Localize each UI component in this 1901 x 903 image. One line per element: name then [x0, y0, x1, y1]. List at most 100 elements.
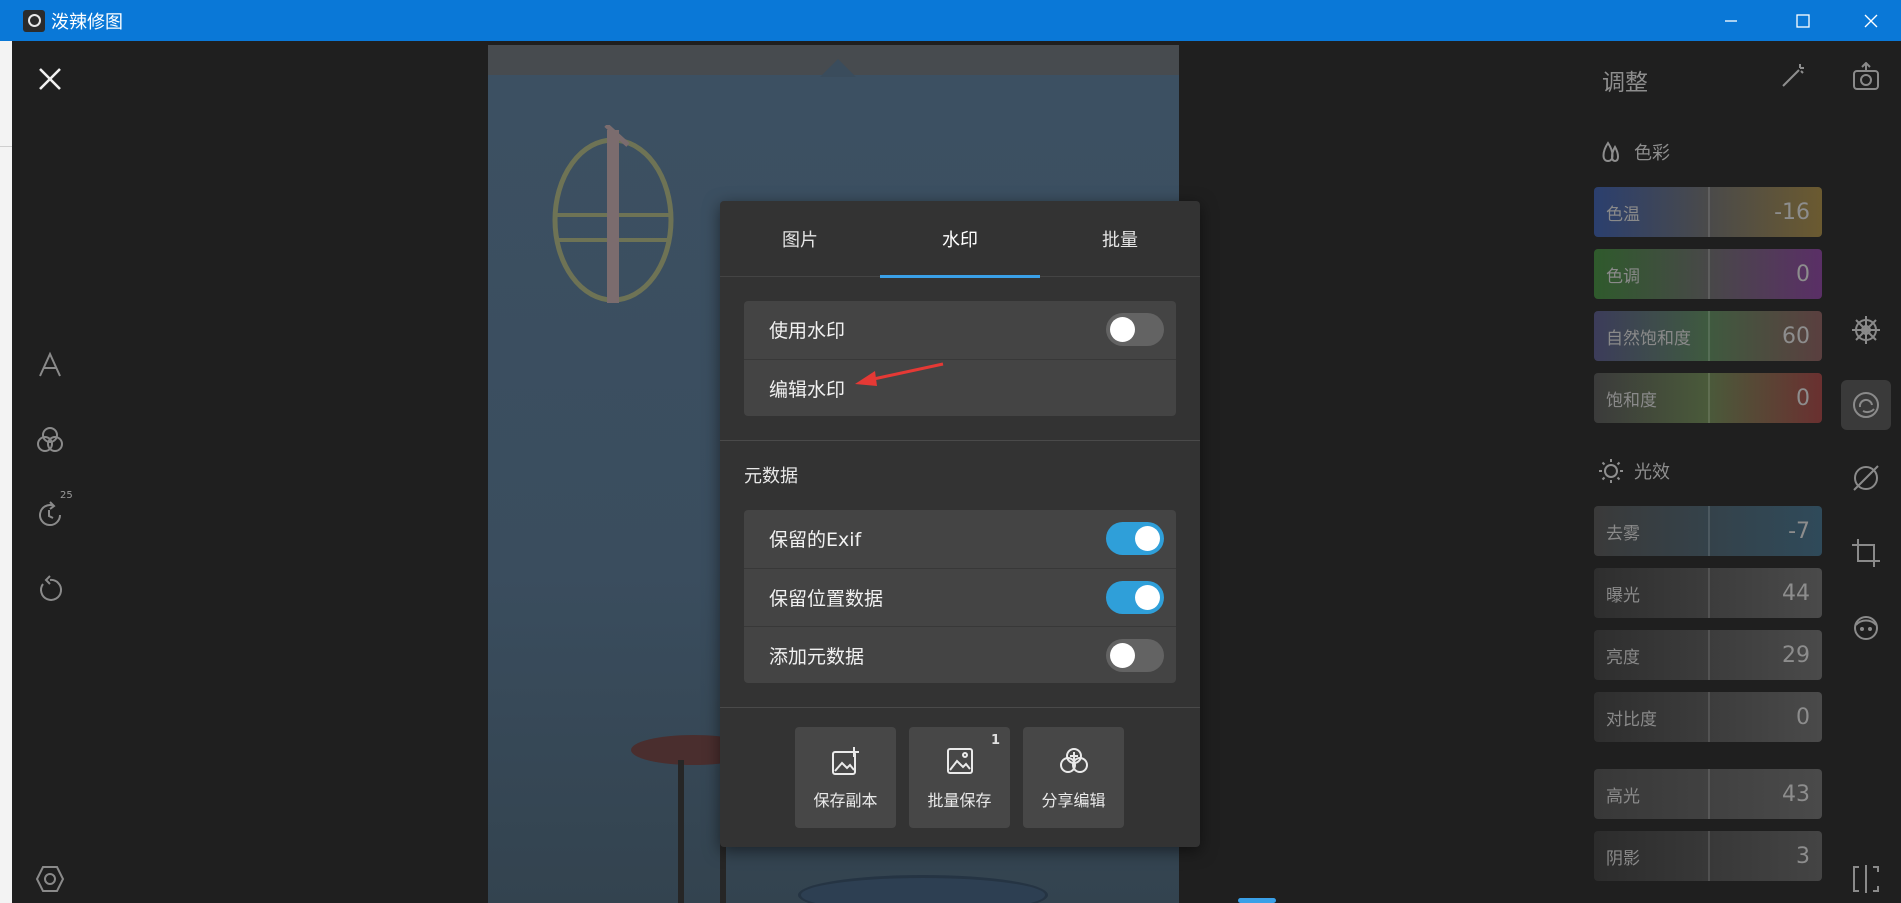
share-edit-button[interactable]: 分享编辑: [1023, 727, 1124, 828]
slider-label: 阴影: [1606, 848, 1640, 869]
slider-value: 43: [1782, 781, 1810, 807]
filter-tool-button[interactable]: [34, 424, 66, 456]
maximize-button[interactable]: [1773, 0, 1833, 41]
minimize-icon: [1725, 19, 1737, 22]
auto-adjust-button[interactable]: [1780, 63, 1806, 93]
minimize-button[interactable]: [1701, 0, 1761, 41]
keep-exif-toggle[interactable]: [1106, 522, 1164, 555]
compare-button[interactable]: [1846, 859, 1886, 899]
slider-value: -7: [1788, 518, 1810, 544]
photo-mirror-decor: [552, 125, 674, 303]
canvas-scroll-thumb[interactable]: [1238, 898, 1276, 903]
slider-label: 色调: [1606, 266, 1640, 287]
keep-location-toggle[interactable]: [1106, 581, 1164, 614]
compare-icon: [1853, 865, 1879, 893]
slider-value: 0: [1796, 385, 1810, 411]
slider-value: -16: [1774, 199, 1810, 225]
slider-value: 0: [1796, 261, 1810, 287]
detail-button[interactable]: [1846, 310, 1886, 350]
slider-value: 3: [1796, 843, 1810, 869]
batch-save-label: 批量保存: [927, 790, 992, 810]
filter-icon: [37, 427, 63, 452]
right-toolbar: [1830, 41, 1901, 903]
add-metadata-toggle[interactable]: [1106, 639, 1164, 672]
keep-location-label: 保留位置数据: [769, 587, 884, 610]
reset-icon: [40, 575, 62, 601]
close-icon: [39, 68, 61, 90]
slider-label: 去雾: [1606, 523, 1640, 544]
slider-vibrance[interactable]: 自然饱和度 60: [1594, 311, 1822, 361]
tab-image[interactable]: 图片: [720, 201, 880, 277]
slider-label: 饱和度: [1606, 390, 1657, 411]
slider-saturation[interactable]: 饱和度 0: [1594, 373, 1822, 423]
popup-actions: 保存副本 1 批量保存 分享编辑: [795, 727, 1124, 828]
history-icon: [39, 501, 62, 527]
metadata-group: 保留的Exif 保留位置数据 添加元数据: [744, 510, 1176, 683]
batch-save-button[interactable]: 1 批量保存: [909, 727, 1010, 828]
keep-exif-label: 保留的Exif: [769, 529, 862, 551]
slider-shadows[interactable]: 阴影 3: [1594, 831, 1822, 881]
light-section-label: 光效: [1634, 462, 1670, 483]
settings-button[interactable]: [34, 863, 66, 895]
share-edit-icon: [1059, 747, 1088, 773]
popup-pointer: [820, 59, 856, 77]
slider-dehaze[interactable]: 去雾 -7: [1594, 506, 1822, 556]
slider-tint[interactable]: 色调 0: [1594, 249, 1822, 299]
popup-tabs: 图片 水印 批量: [720, 201, 1200, 278]
slider-value: 60: [1782, 323, 1810, 349]
maximize-icon: [1796, 13, 1810, 28]
close-window-button[interactable]: [1841, 0, 1901, 41]
close-editor-button[interactable]: [34, 63, 66, 95]
hsl-icon: [1853, 465, 1879, 491]
slider-label: 自然饱和度: [1606, 328, 1691, 349]
title-bar: 泼辣修图: [0, 0, 1901, 41]
edit-watermark-row[interactable]: 编辑水印: [744, 359, 1176, 416]
history-button[interactable]: [34, 499, 66, 531]
adjust-panel: 调整 色彩 色温 -16 色调 0 自然饱和度 60 饱和度 0 光效 去雾 -7 曝光 4…: [1580, 41, 1830, 903]
slider-exposure[interactable]: 曝光 44: [1594, 568, 1822, 618]
use-watermark-row[interactable]: 使用水印: [744, 301, 1176, 358]
app-icon: [23, 9, 45, 32]
add-metadata-row[interactable]: 添加元数据: [744, 626, 1176, 683]
slider-value: 44: [1782, 580, 1810, 606]
tab-batch[interactable]: 批量: [1040, 201, 1200, 277]
batch-count-badge: 1: [990, 733, 1000, 748]
crop-button[interactable]: [1846, 533, 1886, 573]
use-watermark-toggle[interactable]: [1106, 313, 1164, 346]
slider-brightness[interactable]: 亮度 29: [1594, 630, 1822, 680]
slider-label: 对比度: [1606, 709, 1657, 730]
slider-temperature[interactable]: 色温 -16: [1594, 187, 1822, 237]
text-icon: [39, 351, 61, 377]
settings-hex-icon: [35, 866, 65, 892]
face-icon: [1854, 616, 1878, 640]
slider-label: 色温: [1606, 204, 1640, 225]
close-icon: [1864, 14, 1878, 27]
reset-button[interactable]: [34, 574, 66, 606]
slider-contrast[interactable]: 对比度 0: [1594, 692, 1822, 742]
adjust-icon: [1853, 392, 1879, 418]
keep-location-row[interactable]: 保留位置数据: [744, 568, 1176, 625]
slider-label: 曝光: [1606, 585, 1640, 606]
metadata-section-label: 元数据: [744, 466, 798, 487]
light-section-header: 光效: [1598, 458, 1670, 484]
window-title: 泼辣修图: [51, 11, 123, 33]
add-metadata-label: 添加元数据: [769, 645, 865, 668]
tab-watermark[interactable]: 水印: [880, 201, 1040, 278]
history-count-badge: 25: [60, 490, 73, 501]
color-section-label: 色彩: [1634, 143, 1670, 164]
export-icon: [1853, 62, 1879, 90]
share-edit-label: 分享编辑: [1041, 790, 1106, 810]
watermark-group: 使用水印 编辑水印: [744, 301, 1176, 416]
save-copy-label: 保存副本: [813, 790, 878, 810]
keep-exif-row[interactable]: 保留的Exif: [744, 510, 1176, 567]
text-tool-button[interactable]: [34, 349, 66, 381]
hsl-button[interactable]: [1846, 458, 1886, 498]
save-copy-icon: [831, 746, 859, 775]
color-section-header: 色彩: [1598, 139, 1670, 165]
export-button[interactable]: [1846, 57, 1886, 97]
face-button[interactable]: [1846, 608, 1886, 648]
export-popup: 图片 水印 批量 使用水印 编辑水印 元数据 保留的Exif 保留位置数据 添加…: [720, 201, 1200, 847]
adjust-button[interactable]: [1841, 380, 1891, 430]
save-copy-button[interactable]: 保存副本: [795, 727, 896, 828]
slider-highlights[interactable]: 高光 43: [1594, 769, 1822, 819]
